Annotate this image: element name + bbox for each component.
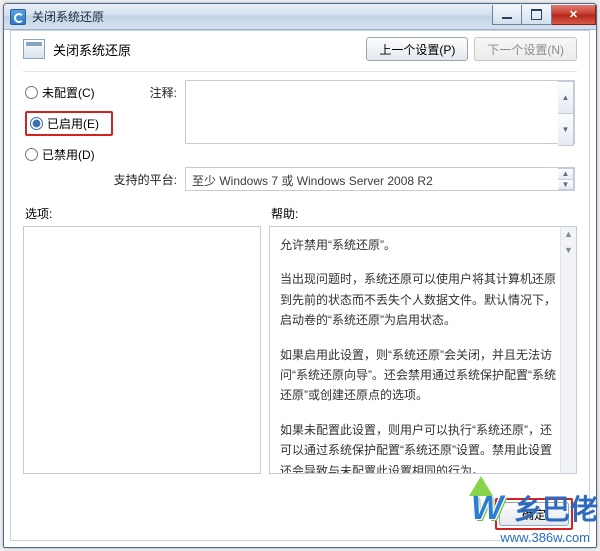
highlight-ok: 确定 bbox=[495, 498, 573, 530]
comment-input[interactable] bbox=[185, 80, 575, 144]
policy-icon bbox=[23, 39, 45, 59]
platform-spinner[interactable]: ▲ ▼ bbox=[558, 168, 574, 190]
comment-spinner[interactable]: ▲ ▼ bbox=[558, 81, 574, 146]
dialog-footer: 确定 bbox=[495, 498, 573, 530]
client-area: 关闭系统还原 上一个设置(P) 下一个设置(N) 未配置(C) bbox=[10, 30, 590, 541]
app-icon bbox=[10, 9, 26, 25]
radio-disabled-input[interactable] bbox=[25, 148, 38, 161]
radio-enabled[interactable]: 已启用(E) bbox=[30, 115, 108, 132]
state-radio-group: 未配置(C) 已启用(E) 已禁用(D) bbox=[25, 80, 113, 163]
chevron-up-icon[interactable]: ▲ bbox=[558, 81, 574, 114]
chevron-down-icon[interactable]: ▼ bbox=[558, 180, 574, 191]
options-heading: 选项: bbox=[25, 205, 271, 222]
radio-not-configured-input[interactable] bbox=[25, 86, 38, 99]
options-pane bbox=[23, 226, 261, 474]
help-p4: 如果未配置此设置，则用户可以执行“系统还原”，还可以通过系统保护配置“系统还原”… bbox=[280, 420, 558, 474]
help-p3: 如果启用此设置，则“系统还原”会关闭，并且无法访问“系统还原向导”。还会禁用通过… bbox=[280, 345, 558, 406]
close-button[interactable] bbox=[552, 5, 596, 25]
radio-not-configured[interactable]: 未配置(C) bbox=[25, 84, 113, 101]
page-title: 关闭系统还原 bbox=[53, 40, 131, 59]
comment-label: 注释: bbox=[113, 80, 185, 101]
header-row: 关闭系统还原 上一个设置(P) 下一个设置(N) bbox=[11, 31, 589, 67]
radio-enabled-input[interactable] bbox=[30, 117, 43, 130]
titlebar: 关闭系统还原 bbox=[4, 4, 596, 30]
minimize-button[interactable] bbox=[492, 5, 522, 25]
chevron-up-icon[interactable]: ▲ bbox=[558, 168, 574, 180]
help-scrollbar[interactable]: ▲ ▼ bbox=[560, 227, 576, 473]
radio-enabled-label: 已启用(E) bbox=[47, 115, 99, 132]
chevron-down-icon[interactable]: ▼ bbox=[558, 114, 574, 146]
panes-header: 选项: 帮助: bbox=[11, 195, 589, 226]
maximize-button[interactable] bbox=[522, 5, 552, 25]
window-title: 关闭系统还原 bbox=[32, 8, 104, 25]
radio-disabled[interactable]: 已禁用(D) bbox=[25, 146, 113, 163]
form-area: 未配置(C) 已启用(E) 已禁用(D) 注释: bbox=[11, 76, 589, 191]
previous-setting-button[interactable]: 上一个设置(P) bbox=[366, 37, 468, 61]
highlight-enabled: 已启用(E) bbox=[25, 111, 113, 136]
dialog-window: 关闭系统还原 关闭系统还原 上一个设置(P) 下一个设置(N) bbox=[3, 3, 597, 548]
window-controls bbox=[492, 8, 596, 25]
help-heading: 帮助: bbox=[271, 205, 298, 222]
help-p2: 当出现问题时，系统还原可以使用户将其计算机还原到先前的状态而不丢失个人数据文件。… bbox=[280, 269, 558, 330]
platform-label: 支持的平台: bbox=[113, 167, 185, 188]
panes: 允许禁用“系统还原”。 当出现问题时，系统还原可以使用户将其计算机还原到先前的状… bbox=[11, 226, 589, 474]
help-pane: 允许禁用“系统还原”。 当出现问题时，系统还原可以使用户将其计算机还原到先前的状… bbox=[269, 226, 577, 474]
scroll-down-icon[interactable]: ▼ bbox=[561, 243, 576, 259]
radio-not-configured-label: 未配置(C) bbox=[42, 84, 95, 101]
scroll-up-icon[interactable]: ▲ bbox=[561, 227, 576, 243]
supported-platform-value: 至少 Windows 7 或 Windows Server 2008 R2 bbox=[185, 167, 575, 191]
next-setting-button: 下一个设置(N) bbox=[474, 37, 577, 61]
divider bbox=[23, 71, 577, 72]
radio-disabled-label: 已禁用(D) bbox=[42, 146, 95, 163]
help-p1: 允许禁用“系统还原”。 bbox=[280, 235, 558, 255]
ok-button[interactable]: 确定 bbox=[499, 502, 569, 526]
